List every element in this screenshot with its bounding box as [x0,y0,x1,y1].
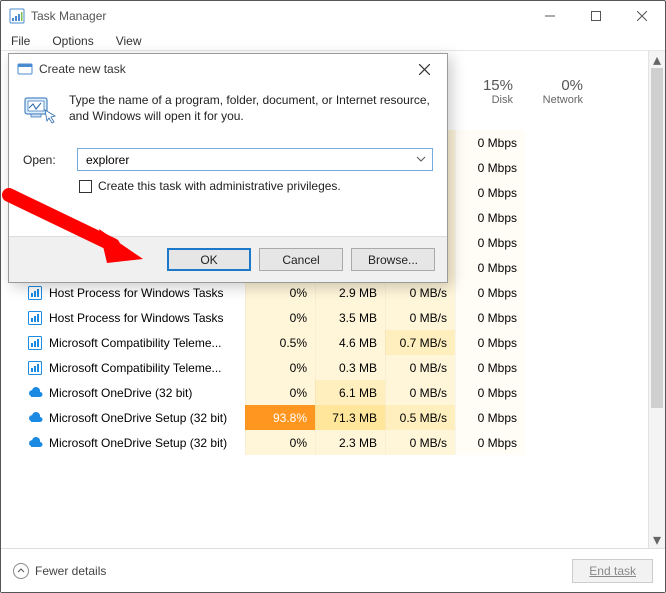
process-icon [27,435,43,451]
cell-network: 0 Mbps [455,430,525,455]
col-disk[interactable]: 15% Disk [451,77,521,106]
cell-network: 0 Mbps [455,380,525,405]
cell-network: 0 Mbps [455,155,525,180]
cell-memory: 6.1 MB [315,380,385,405]
taskmgr-icon [9,8,25,24]
fewer-details-label: Fewer details [35,564,106,578]
cell-cpu: 0% [245,355,315,380]
cell-disk: 0 MB/s [385,380,455,405]
cell-network: 0 Mbps [455,355,525,380]
dialog-icon [17,61,33,77]
table-row[interactable]: Microsoft Compatibility Teleme...0.5%4.6… [1,330,665,355]
table-row[interactable]: Host Process for Windows Tasks0%2.9 MB0 … [1,280,665,305]
fewer-details-button[interactable]: Fewer details [13,563,106,579]
window-title: Task Manager [31,9,527,23]
process-name: Microsoft OneDrive Setup (32 bit) [49,436,245,450]
dialog-close-button[interactable] [409,54,439,84]
cell-cpu: 0% [245,380,315,405]
cell-network: 0 Mbps [455,305,525,330]
cell-disk: 0 MB/s [385,430,455,455]
cell-network: 0 Mbps [455,405,525,430]
process-icon [27,285,43,301]
cell-memory: 0.3 MB [315,355,385,380]
open-combobox[interactable] [77,148,433,171]
cell-network: 0 Mbps [455,130,525,155]
vertical-scrollbar[interactable]: ▴ ▾ [648,51,665,548]
cell-memory: 3.5 MB [315,305,385,330]
ok-button[interactable]: OK [167,248,251,271]
process-icon [27,360,43,376]
table-row[interactable]: Microsoft OneDrive (32 bit)0%6.1 MB0 MB/… [1,380,665,405]
maximize-button[interactable] [573,1,619,31]
cell-memory: 4.6 MB [315,330,385,355]
chevron-down-icon[interactable] [416,153,426,167]
dialog-message: Type the name of a program, folder, docu… [69,92,433,124]
cell-cpu: 0% [245,430,315,455]
minimize-button[interactable] [527,1,573,31]
cell-cpu: 0% [245,280,315,305]
run-icon [23,92,57,126]
dialog-titlebar: Create new task [9,54,447,84]
titlebar: Task Manager [1,1,665,31]
process-name: Host Process for Windows Tasks [49,286,245,300]
cell-disk: 0.5 MB/s [385,405,455,430]
table-row[interactable]: Microsoft OneDrive Setup (32 bit)93.8%71… [1,405,665,430]
cell-network: 0 Mbps [455,230,525,255]
process-icon [27,335,43,351]
dialog-button-row: OK Cancel Browse... [9,236,447,282]
scroll-thumb[interactable] [651,68,663,408]
cell-disk: 0 MB/s [385,355,455,380]
open-label: Open: [23,153,67,167]
cell-disk: 0 MB/s [385,280,455,305]
scroll-down-arrow[interactable]: ▾ [649,531,665,548]
table-row[interactable]: Host Process for Windows Tasks0%3.5 MB0 … [1,305,665,330]
process-icon [27,410,43,426]
menubar: File Options View [1,31,665,51]
menu-file[interactable]: File [7,32,34,50]
footer: Fewer details End task [1,548,665,592]
process-icon [27,310,43,326]
process-name: Host Process for Windows Tasks [49,311,245,325]
scroll-up-arrow[interactable]: ▴ [649,51,665,68]
cell-cpu: 93.8% [245,405,315,430]
create-task-dialog: Create new task Type the name of a progr… [8,53,448,283]
cell-network: 0 Mbps [455,205,525,230]
cell-disk: 0 MB/s [385,305,455,330]
chevron-up-icon [13,563,29,579]
cell-network: 0 Mbps [455,255,525,280]
admin-checkbox[interactable] [79,180,92,193]
menu-options[interactable]: Options [48,32,97,50]
cell-disk: 0.7 MB/s [385,330,455,355]
cell-network: 0 Mbps [455,330,525,355]
cell-memory: 2.9 MB [315,280,385,305]
close-button[interactable] [619,1,665,31]
cancel-button[interactable]: Cancel [259,248,343,271]
cell-cpu: 0% [245,305,315,330]
cell-network: 0 Mbps [455,180,525,205]
process-name: Microsoft Compatibility Teleme... [49,361,245,375]
table-row[interactable]: Microsoft OneDrive Setup (32 bit)0%2.3 M… [1,430,665,455]
cell-memory: 2.3 MB [315,430,385,455]
admin-label: Create this task with administrative pri… [98,179,341,193]
process-name: Microsoft OneDrive Setup (32 bit) [49,411,245,425]
cell-cpu: 0.5% [245,330,315,355]
open-input[interactable] [84,152,426,168]
cell-memory: 71.3 MB [315,405,385,430]
end-task-button[interactable]: End task [572,559,653,583]
col-network[interactable]: 0% Network [521,77,591,106]
process-name: Microsoft Compatibility Teleme... [49,336,245,350]
process-name: Microsoft OneDrive (32 bit) [49,386,245,400]
menu-view[interactable]: View [112,32,146,50]
table-row[interactable]: Microsoft Compatibility Teleme...0%0.3 M… [1,355,665,380]
cell-network: 0 Mbps [455,280,525,305]
browse-button[interactable]: Browse... [351,248,435,271]
dialog-title: Create new task [39,62,409,76]
process-icon [27,385,43,401]
